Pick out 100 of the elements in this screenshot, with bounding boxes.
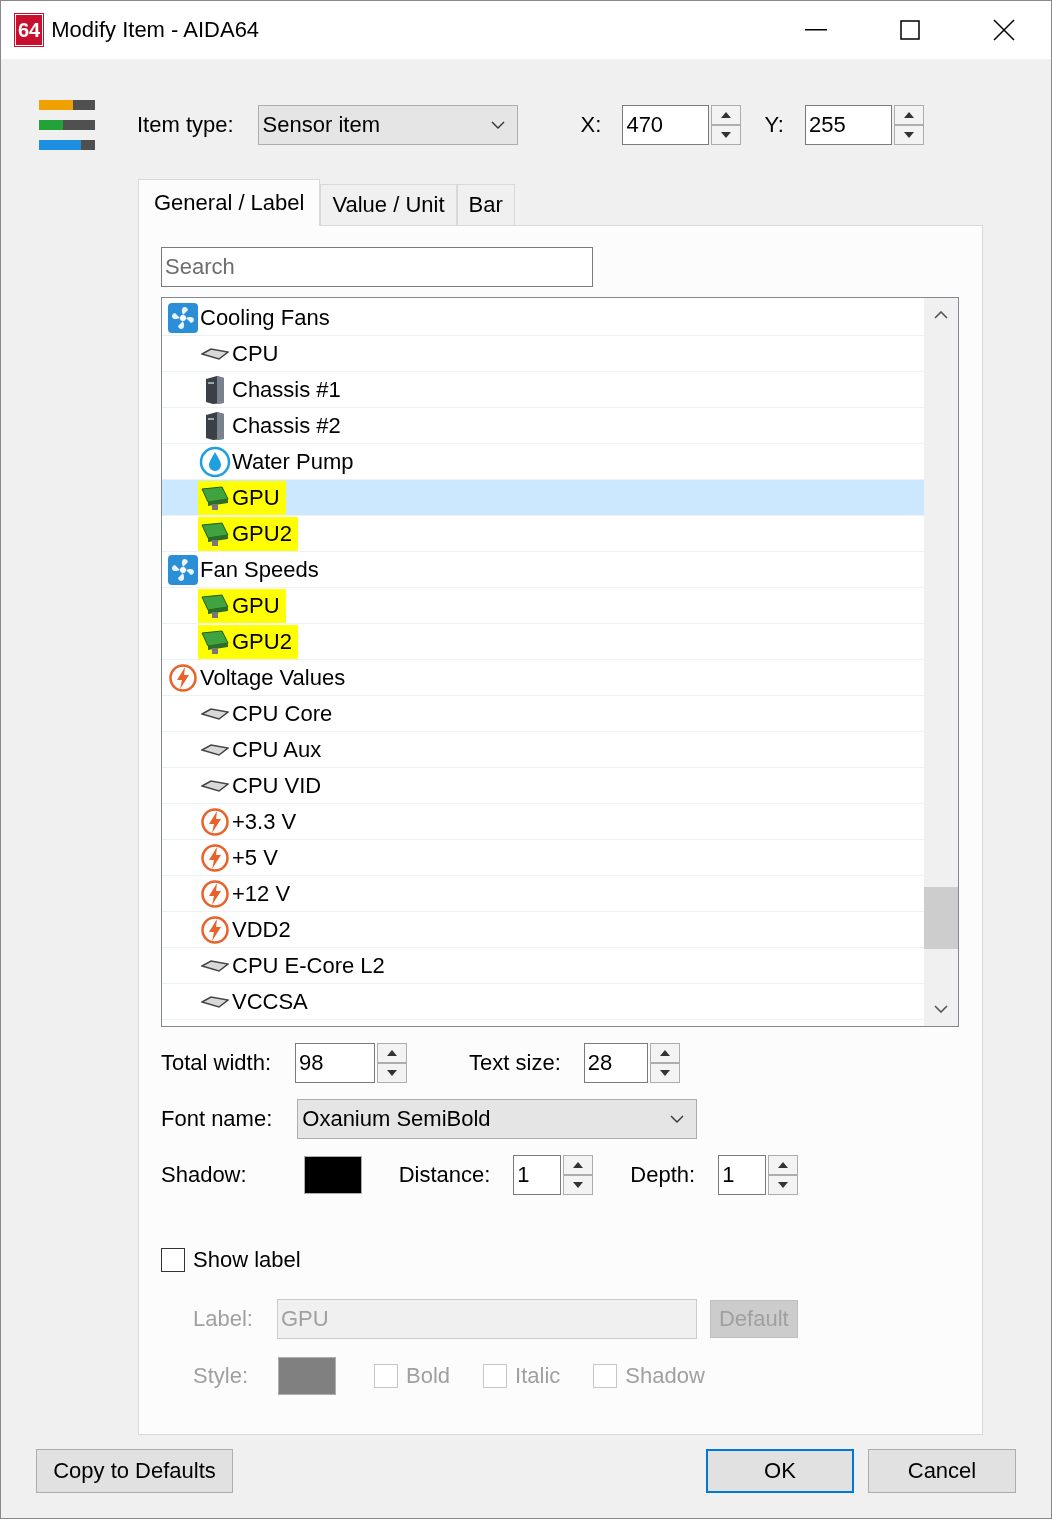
chip-icon (201, 959, 229, 972)
up-triangle-icon (778, 1162, 789, 1168)
lightning-icon (200, 842, 230, 873)
tree-item[interactable]: GPU2 (162, 624, 924, 660)
tree-item-label: Voltage Values (200, 664, 346, 691)
tree-item[interactable]: +12 V (162, 876, 924, 912)
field-label: Text size: (469, 1050, 561, 1076)
spin-up-button[interactable] (563, 1155, 594, 1175)
up-triangle-icon (721, 112, 732, 118)
spin-down-button[interactable] (893, 125, 924, 145)
tab[interactable]: Value / Unit (320, 184, 457, 225)
tree-item[interactable]: Chassis #1 (162, 372, 924, 408)
tab[interactable]: General / Label (138, 179, 321, 226)
tree-item-label: Water Pump (232, 448, 354, 475)
chip-icon (201, 347, 229, 360)
bars-icon (39, 100, 95, 150)
x-field[interactable]: 470 (622, 105, 710, 145)
tree-item[interactable]: +5 V (162, 840, 924, 876)
checkbox-label: Shadow (625, 1363, 705, 1389)
spin-down-button[interactable] (711, 125, 742, 145)
y-field[interactable]: 255 (804, 105, 892, 145)
scroll-thumb[interactable] (924, 887, 958, 949)
tower-icon (203, 374, 227, 405)
tree-item[interactable]: VDD2 (162, 912, 924, 948)
tree-item[interactable]: GPU (162, 480, 924, 516)
minimize-icon (805, 29, 827, 31)
fan-icon (167, 553, 199, 586)
tree-item-label: Cooling Fans (200, 304, 330, 331)
drop-icon (199, 445, 231, 478)
tree-item-label: CPU VID (232, 772, 322, 799)
dialog-button[interactable]: Copy to Defaults (36, 1449, 233, 1493)
tree-item-label: +5 V (232, 844, 278, 871)
dialog-button[interactable]: Cancel (868, 1449, 1016, 1493)
up-triangle-icon (387, 1050, 398, 1056)
tree-item-label: CPU Core (232, 700, 333, 727)
chip-icon (201, 779, 229, 792)
tree-item[interactable]: GPU2 (162, 516, 924, 552)
caret-icon (670, 1115, 685, 1123)
graphics-card-icon (200, 520, 230, 547)
chevron-up-icon (934, 311, 948, 319)
tree-item[interactable]: CPU VID (162, 768, 924, 804)
tree-item-label: +3.3 V (232, 808, 297, 835)
down-triangle-icon (778, 1182, 789, 1188)
spin-down-button[interactable] (563, 1175, 594, 1195)
distance-field[interactable]: 1 (513, 1155, 562, 1195)
font-dropdown[interactable]: Oxanium SemiBold (297, 1099, 698, 1139)
spin-up-button[interactable] (711, 105, 742, 125)
tree-item[interactable]: Fan Speeds (162, 552, 924, 588)
tree-item[interactable]: CPU Core (162, 696, 924, 732)
lightning-icon (200, 914, 230, 945)
tree-item[interactable]: GPU (162, 588, 924, 624)
tree-item[interactable]: CPU (162, 336, 924, 372)
field-label: Depth: (630, 1162, 696, 1188)
spin-up-button[interactable] (893, 105, 924, 125)
shadow-color-swatch[interactable] (303, 1156, 362, 1194)
graphics-card-icon (200, 628, 230, 655)
depth-field[interactable]: 1 (718, 1155, 767, 1195)
field-label: X: (580, 112, 602, 138)
tree-item[interactable]: Voltage Values (162, 660, 924, 696)
dialog-button[interactable]: OK (706, 1449, 854, 1493)
tower-icon (203, 410, 227, 441)
spin-up-button[interactable] (768, 1155, 799, 1175)
chip-icon (201, 743, 229, 756)
down-triangle-icon (721, 132, 732, 138)
search-field[interactable]: Search (161, 247, 593, 287)
tree-item[interactable]: VCCSA (162, 984, 924, 1020)
field-label: Style: (193, 1363, 249, 1389)
tree-item[interactable]: Cooling Fans (162, 300, 924, 336)
down-triangle-icon (903, 132, 914, 138)
graphics-card-icon (200, 592, 230, 619)
tree-item-label: VDD2 (232, 916, 291, 943)
fan-icon (167, 301, 199, 334)
graphics-card-icon (200, 484, 230, 511)
tab[interactable]: Bar (456, 184, 515, 225)
field-label: Shadow: (161, 1162, 247, 1188)
down-triangle-icon (387, 1070, 398, 1076)
tree-item[interactable]: CPU Aux (162, 732, 924, 768)
chevron-down-icon (934, 1005, 948, 1013)
lightning-icon (168, 662, 198, 693)
item-type-dropdown[interactable]: Sensor item (257, 105, 518, 145)
field-label: Distance: (398, 1162, 491, 1188)
text-size-field[interactable]: 28 (583, 1043, 648, 1083)
tree-item-label: CPU (232, 340, 279, 367)
spin-down-button[interactable] (377, 1063, 408, 1083)
spin-up-button[interactable] (649, 1043, 680, 1063)
checkbox[interactable] (161, 1248, 185, 1272)
spin-down-button[interactable] (768, 1175, 799, 1195)
lightning-icon (200, 878, 230, 909)
window-title: Modify Item - AIDA64 (51, 17, 261, 43)
spin-down-button[interactable] (649, 1063, 680, 1083)
spin-up-button[interactable] (377, 1043, 408, 1063)
tree-item[interactable]: +3.3 V (162, 804, 924, 840)
field-label: Y: (764, 112, 784, 138)
checkbox-label: Italic (515, 1363, 561, 1389)
lightning-icon (200, 806, 230, 837)
total-width-field[interactable]: 98 (295, 1043, 376, 1083)
tree-item-label: VCCSA (232, 988, 308, 1015)
up-triangle-icon (903, 112, 914, 118)
tree-item[interactable]: CPU E-Core L2 (162, 948, 924, 984)
tree-item[interactable]: Chassis #2 (162, 408, 924, 444)
